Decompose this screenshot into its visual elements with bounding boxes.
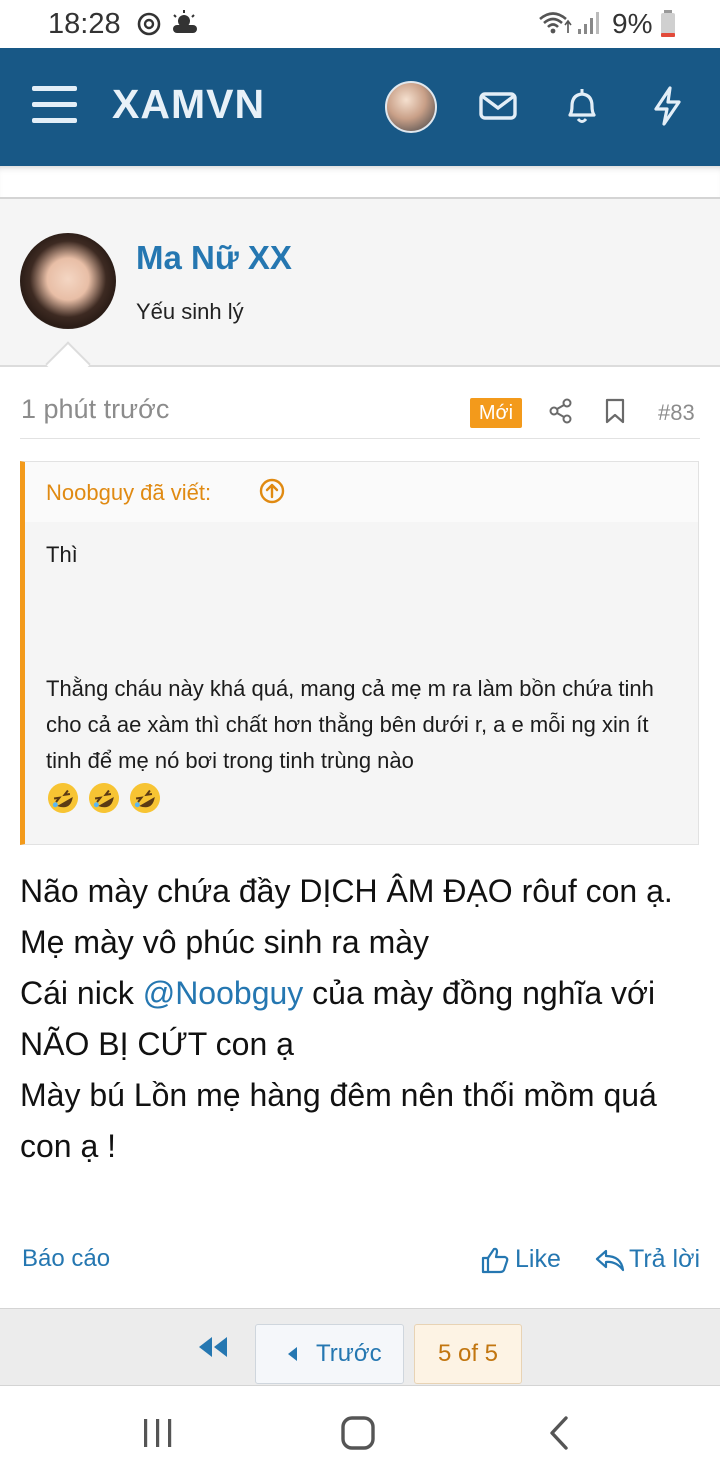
wifi-icon — [539, 12, 572, 34]
battery-icon — [661, 10, 675, 37]
site-logo[interactable]: XAMVN — [112, 81, 265, 128]
inbox-icon[interactable] — [476, 84, 520, 128]
pagination-bar: Trước 5 of 5 — [0, 1308, 720, 1386]
post-paragraph: Cái nick @Noobguy của mày đồng nghĩa với… — [20, 968, 710, 1070]
sync-icon — [137, 12, 161, 36]
reply-button[interactable]: Trả lời — [594, 1245, 700, 1274]
home-icon[interactable] — [338, 1414, 378, 1452]
bell-icon[interactable] — [560, 84, 604, 128]
status-time: 18:28 — [48, 8, 121, 40]
post-paragraph: Mẹ mày vô phúc sinh ra mày — [20, 924, 430, 960]
system-nav-bar — [0, 1386, 720, 1480]
lightning-icon[interactable] — [646, 84, 690, 128]
author-avatar[interactable] — [20, 233, 116, 329]
post-number[interactable]: #83 — [658, 400, 695, 426]
status-bar: 18:28 9% — [0, 0, 720, 48]
post-time[interactable]: 1 phút trước — [21, 394, 169, 425]
back-icon[interactable] — [544, 1414, 574, 1452]
user-mention-link[interactable]: @Noobguy — [143, 975, 304, 1011]
author-title: Yếu sinh lý — [136, 299, 244, 324]
prev-page-button[interactable]: Trước — [255, 1324, 404, 1384]
post-text: Cái nick — [20, 975, 143, 1011]
reply-icon — [595, 1249, 625, 1271]
post-paragraph: Mày bú Lồn mẹ hàng đêm nên thối mồm quá … — [20, 1077, 657, 1164]
rofl-emoji-icon — [89, 783, 120, 813]
recent-apps-icon[interactable] — [140, 1416, 176, 1450]
app-header: XAMVN — [0, 48, 720, 166]
header-shadow — [0, 166, 720, 198]
battery-percent: 9% — [612, 8, 653, 39]
caret-left-icon — [288, 1347, 297, 1361]
quote-block: Noobguy đã viết: Thì Thằng cháu này khá … — [20, 461, 699, 845]
share-icon[interactable] — [548, 398, 574, 424]
page-indicator[interactable]: 5 of 5 — [414, 1324, 522, 1384]
quote-line: Thì — [46, 542, 78, 567]
like-label: Like — [515, 1245, 561, 1273]
post-user-block: Ma Nữ XX Yếu sinh lý — [0, 199, 720, 367]
like-button[interactable]: Like — [480, 1245, 561, 1274]
menu-icon[interactable] — [32, 86, 77, 124]
quote-author[interactable]: Noobguy đã viết: — [46, 480, 211, 506]
rofl-emoji-icon — [130, 783, 161, 813]
report-link[interactable]: Báo cáo — [22, 1245, 110, 1273]
bookmark-icon[interactable] — [603, 398, 627, 424]
rofl-emoji-icon — [48, 783, 78, 813]
quote-header: Noobguy đã viết: — [25, 462, 698, 522]
weather-icon — [173, 10, 197, 33]
new-badge: Mới — [470, 398, 522, 428]
quote-text: Thì Thằng cháu này khá quá, mang cả mẹ m… — [46, 537, 686, 826]
first-page-icon[interactable] — [196, 1335, 230, 1359]
arrow-up-circle-icon[interactable] — [258, 477, 286, 505]
post-paragraph: Não mày chứa đầy DỊCH ÂM ĐẠO rôuf con ạ. — [20, 873, 673, 909]
prev-page-label: Trước — [316, 1340, 382, 1367]
signal-icon — [578, 12, 599, 34]
quote-line: Thằng cháu này khá quá, mang cả mẹ m ra … — [46, 676, 654, 773]
emoji-row — [46, 781, 686, 826]
reply-label: Trả lời — [629, 1245, 701, 1273]
post-content: Não mày chứa đầy DỊCH ÂM ĐẠO rôuf con ạ.… — [20, 866, 710, 1172]
author-name[interactable]: Ma Nữ XX — [136, 239, 292, 277]
account-avatar[interactable] — [385, 81, 437, 133]
thumbs-up-icon — [481, 1247, 509, 1273]
divider — [20, 438, 700, 439]
